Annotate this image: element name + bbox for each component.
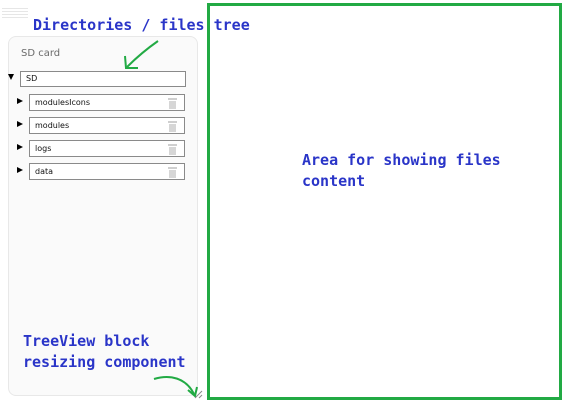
annotation-resize-label: TreeView block resizing component xyxy=(23,332,186,371)
tree-item-label-text: modulesIcons xyxy=(35,98,91,107)
tree-item-label-text: logs xyxy=(35,144,52,153)
file-content-area[interactable] xyxy=(207,3,562,400)
tree-root-item[interactable]: SD xyxy=(20,71,186,87)
tree-item-label-text: data xyxy=(35,167,54,176)
tree-item-modules[interactable]: modules xyxy=(17,117,187,134)
caret-right-icon[interactable] xyxy=(17,144,23,150)
caret-right-icon[interactable] xyxy=(17,167,23,173)
arrow-to-tree-icon xyxy=(124,40,159,69)
background-lines xyxy=(2,8,28,20)
tree-item-label[interactable]: modulesIcons xyxy=(29,94,185,111)
tree-item-label[interactable]: modules xyxy=(29,117,185,134)
caret-right-icon[interactable] xyxy=(17,98,23,104)
trash-icon[interactable] xyxy=(168,167,177,178)
tree-item-logs[interactable]: logs xyxy=(17,140,187,157)
annotation-content-label: Area for showing files content xyxy=(302,151,501,190)
arrow-to-resize-icon xyxy=(153,375,198,398)
trash-icon[interactable] xyxy=(168,98,177,109)
resize-grip-icon[interactable] xyxy=(194,390,203,399)
trash-icon[interactable] xyxy=(168,144,177,155)
caret-right-icon[interactable] xyxy=(17,121,23,127)
tree-item-data[interactable]: data xyxy=(17,163,187,180)
tree-item-label[interactable]: logs xyxy=(29,140,185,157)
annotation-tree-label: Directories / files tree xyxy=(33,16,250,34)
tree-item-label-text: modules xyxy=(35,121,70,130)
tree-item-modulesicons[interactable]: modulesIcons xyxy=(17,94,187,111)
caret-down-icon[interactable] xyxy=(8,74,14,80)
tree-item-label[interactable]: data xyxy=(29,163,185,180)
trash-icon[interactable] xyxy=(168,121,177,132)
tree-title: SD card xyxy=(21,48,61,59)
